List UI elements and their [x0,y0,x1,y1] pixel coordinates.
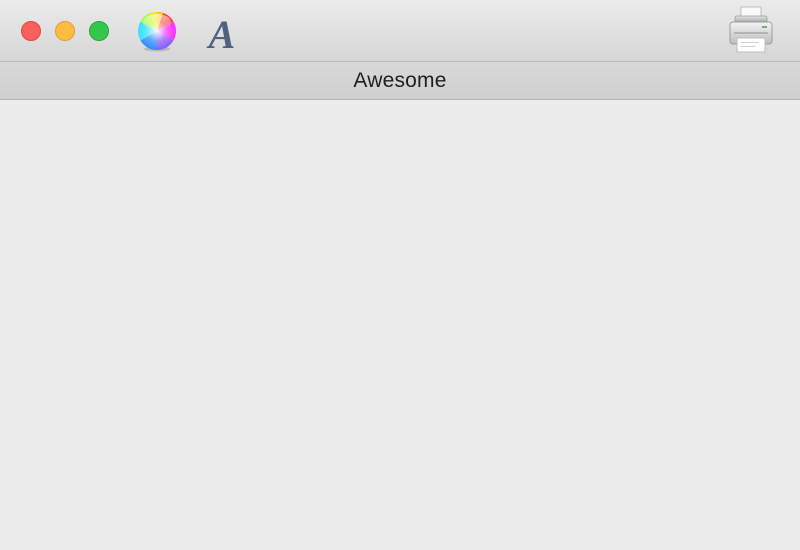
zoom-button[interactable] [89,21,109,41]
toolbar: A [0,0,800,62]
printer-icon [729,6,773,53]
title-bar: Awesome [0,62,800,100]
app-window: A Awesome [0,0,800,550]
font-icon-glyph: A [206,12,236,54]
font-icon: A [206,12,236,57]
close-button[interactable] [21,21,41,41]
minimize-button[interactable] [55,21,75,41]
print-button[interactable] [726,5,776,57]
content-area [0,100,800,550]
colors-button[interactable] [136,11,178,53]
window-title: Awesome [353,68,447,92]
color-wheel-icon [138,12,176,52]
fonts-button[interactable]: A [204,10,242,57]
